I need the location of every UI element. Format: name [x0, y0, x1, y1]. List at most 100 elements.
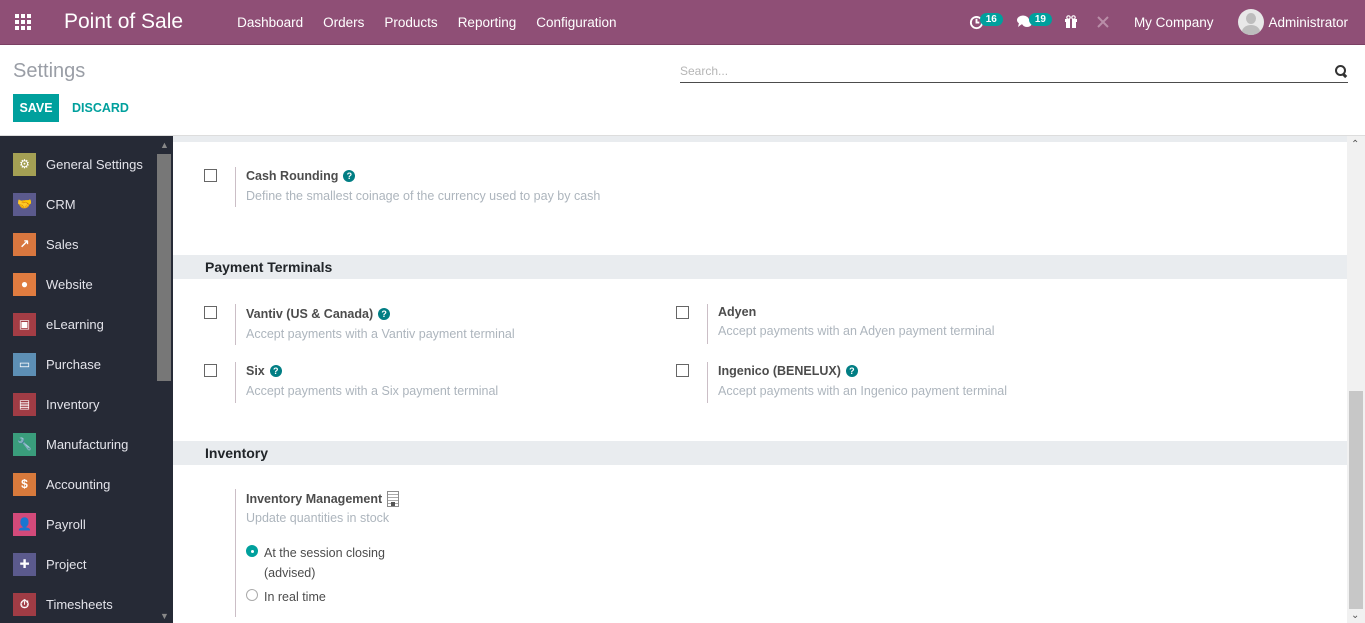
- discard-button[interactable]: DISCARD: [72, 94, 129, 122]
- activity-count-badge: 16: [979, 12, 1003, 26]
- vantiv-description: Accept payments with a Vantiv payment te…: [246, 327, 515, 341]
- user-name: Administrator: [1268, 14, 1348, 30]
- content-scrollbar[interactable]: ⌃ ⌄: [1347, 136, 1365, 623]
- scroll-down-icon[interactable]: ⌄: [1351, 610, 1359, 621]
- divider: [707, 362, 708, 403]
- sidebar-scrollbar[interactable]: ▲ ▼: [156, 136, 173, 623]
- tools-icon: [1097, 16, 1109, 28]
- main-menu: Dashboard Orders Products Reporting Conf…: [227, 0, 626, 45]
- ingenico-title: Ingenico (BENELUX) ?: [718, 364, 858, 378]
- company-switcher[interactable]: My Company: [1134, 15, 1214, 30]
- sidebar-item-sales[interactable]: ↗ Sales: [0, 224, 156, 264]
- sidebar-item-manufacturing[interactable]: 🔧 Manufacturing: [0, 424, 156, 464]
- help-icon[interactable]: ?: [343, 170, 356, 182]
- sidebar-item-purchase[interactable]: ▭ Purchase: [0, 344, 156, 384]
- divider: [235, 167, 236, 207]
- sidebar-item-label: Website: [46, 276, 93, 292]
- gift-button[interactable]: [1064, 15, 1078, 29]
- cash-rounding-title: Cash Rounding ?: [246, 169, 356, 183]
- cash-rounding-checkbox[interactable]: [204, 169, 217, 182]
- sidebar-item-label: Project: [46, 556, 87, 572]
- sidebar-item-crm[interactable]: 🤝 CRM: [0, 184, 156, 224]
- sidebar-item-label: Sales: [46, 236, 79, 252]
- search-bar: [680, 59, 1348, 83]
- menu-configuration[interactable]: Configuration: [526, 0, 626, 45]
- scroll-down-icon[interactable]: ▼: [160, 611, 169, 621]
- scroll-up-icon[interactable]: ▲: [160, 140, 169, 150]
- sidebar-item-label: eLearning: [46, 316, 104, 332]
- credit-card-icon: ▭: [13, 352, 36, 376]
- sidebar-item-general-settings[interactable]: ⚙ General Settings: [0, 144, 156, 184]
- avatar: [1238, 9, 1265, 35]
- wrench-icon: 🔧: [13, 432, 36, 456]
- setting-title-text: Ingenico (BENELUX): [718, 364, 841, 378]
- radio-session-closing[interactable]: At the session closing (advised): [246, 543, 385, 583]
- debug-tools-button[interactable]: [1096, 15, 1110, 29]
- help-icon[interactable]: ?: [845, 365, 858, 377]
- help-icon[interactable]: ?: [378, 308, 391, 320]
- chart-up-icon: ↗: [13, 232, 36, 256]
- search-input[interactable]: [680, 63, 1334, 78]
- adyen-checkbox[interactable]: [676, 306, 689, 319]
- settings-sidebar: ⚙ General Settings 🤝 CRM ↗ Sales ● Websi…: [0, 136, 173, 623]
- ingenico-checkbox[interactable]: [676, 364, 689, 377]
- vantiv-title: Vantiv (US & Canada) ?: [246, 307, 391, 321]
- radio-label-line2: (advised): [264, 566, 316, 580]
- sidebar-item-label: Payroll: [46, 516, 86, 532]
- gear-icon: ⚙: [13, 152, 36, 176]
- stopwatch-icon: ⏱: [13, 592, 36, 616]
- sidebar-item-website[interactable]: ● Website: [0, 264, 156, 304]
- sidebar-item-timesheets[interactable]: ⏱ Timesheets: [0, 584, 156, 623]
- puzzle-icon: ✚: [13, 552, 36, 576]
- menu-products[interactable]: Products: [374, 0, 447, 45]
- radio-unselected-icon[interactable]: [246, 589, 258, 601]
- menu-dashboard[interactable]: Dashboard: [227, 0, 313, 45]
- activity-button[interactable]: 16: [969, 12, 1007, 30]
- search-icon[interactable]: [1334, 64, 1348, 78]
- content-scroll-thumb[interactable]: [1349, 391, 1363, 609]
- adyen-title: Adyen: [718, 305, 756, 319]
- setting-title-text: Adyen: [718, 305, 757, 319]
- section-heading-payment-terminals: Payment Terminals: [173, 255, 1347, 279]
- building-icon: [387, 491, 400, 507]
- settings-content: Cash Rounding ? Define the smallest coin…: [173, 136, 1347, 623]
- adyen-description: Accept payments with an Adyen payment te…: [718, 324, 995, 338]
- sidebar-item-elearning[interactable]: ▣ eLearning: [0, 304, 156, 344]
- radio-label: At the session closing (advised): [264, 543, 385, 583]
- app-switcher-button[interactable]: [0, 0, 45, 45]
- section-heading-inventory: Inventory: [173, 441, 1347, 465]
- vantiv-checkbox[interactable]: [204, 306, 217, 319]
- messages-button[interactable]: 19: [1016, 12, 1056, 29]
- page-title: Settings: [13, 60, 86, 82]
- setting-title-text: Inventory Management: [246, 492, 383, 506]
- user-menu[interactable]: Administrator: [1238, 9, 1348, 35]
- sidebar-item-accounting[interactable]: $ Accounting: [0, 464, 156, 504]
- help-icon[interactable]: ?: [269, 365, 282, 377]
- sidebar-item-label: Accounting: [46, 476, 111, 492]
- setting-title-text: Six: [246, 364, 265, 378]
- scroll-up-icon[interactable]: ⌃: [1351, 139, 1359, 150]
- divider: [235, 362, 236, 403]
- section-header-partial: [173, 136, 1347, 142]
- sidebar-item-payroll[interactable]: 👤 Payroll: [0, 504, 156, 544]
- globe-icon: ●: [13, 272, 36, 296]
- radio-real-time[interactable]: In real time: [246, 587, 326, 607]
- sidebar-scroll-thumb[interactable]: [157, 154, 171, 381]
- radio-selected-icon[interactable]: [246, 545, 258, 557]
- six-checkbox[interactable]: [204, 364, 217, 377]
- menu-orders[interactable]: Orders: [313, 0, 374, 45]
- divider: [235, 304, 236, 345]
- divider: [235, 489, 236, 617]
- sidebar-item-project[interactable]: ✚ Project: [0, 544, 156, 584]
- menu-reporting[interactable]: Reporting: [448, 0, 527, 45]
- apps-grid-icon: [14, 14, 31, 30]
- sidebar-item-label: Timesheets: [46, 596, 113, 612]
- sidebar-item-label: Inventory: [46, 396, 100, 412]
- presentation-icon: ▣: [13, 312, 36, 336]
- top-navbar: Point of Sale Dashboard Orders Products …: [0, 0, 1365, 45]
- sidebar-item-inventory[interactable]: ▤ Inventory: [0, 384, 156, 424]
- save-button[interactable]: SAVE: [13, 94, 59, 122]
- radio-label-line1: At the session closing: [264, 546, 385, 560]
- radio-label: In real time: [264, 590, 326, 604]
- gift-icon: [1064, 15, 1077, 28]
